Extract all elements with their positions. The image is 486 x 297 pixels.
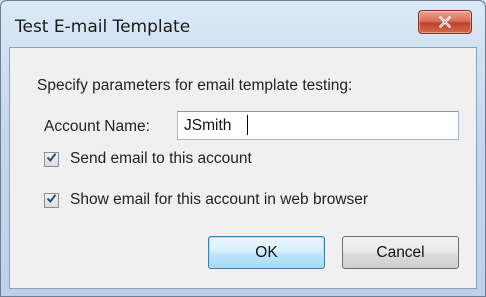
close-icon bbox=[439, 16, 451, 28]
close-button[interactable] bbox=[418, 10, 472, 34]
ok-button[interactable]: OK bbox=[208, 236, 325, 269]
send-email-option[interactable]: Send email to this account bbox=[44, 150, 252, 168]
title-bar[interactable]: Test E-mail Template bbox=[1, 1, 485, 47]
account-name-input[interactable] bbox=[177, 111, 459, 140]
show-email-option[interactable]: Show email for this account in web brows… bbox=[44, 191, 368, 209]
window-title: Test E-mail Template bbox=[15, 17, 191, 37]
show-email-label: Show email for this account in web brows… bbox=[70, 191, 369, 208]
text-caret bbox=[247, 115, 248, 135]
cancel-button[interactable]: Cancel bbox=[342, 236, 459, 269]
send-email-checkbox[interactable] bbox=[44, 150, 59, 168]
send-email-label: Send email to this account bbox=[70, 150, 252, 167]
instructions-text: Specify parameters for email template te… bbox=[37, 77, 353, 94]
account-name-label: Account Name: bbox=[44, 118, 150, 135]
checkmark-icon bbox=[46, 150, 57, 168]
show-email-checkbox[interactable] bbox=[44, 191, 59, 209]
checkmark-icon bbox=[46, 191, 57, 209]
